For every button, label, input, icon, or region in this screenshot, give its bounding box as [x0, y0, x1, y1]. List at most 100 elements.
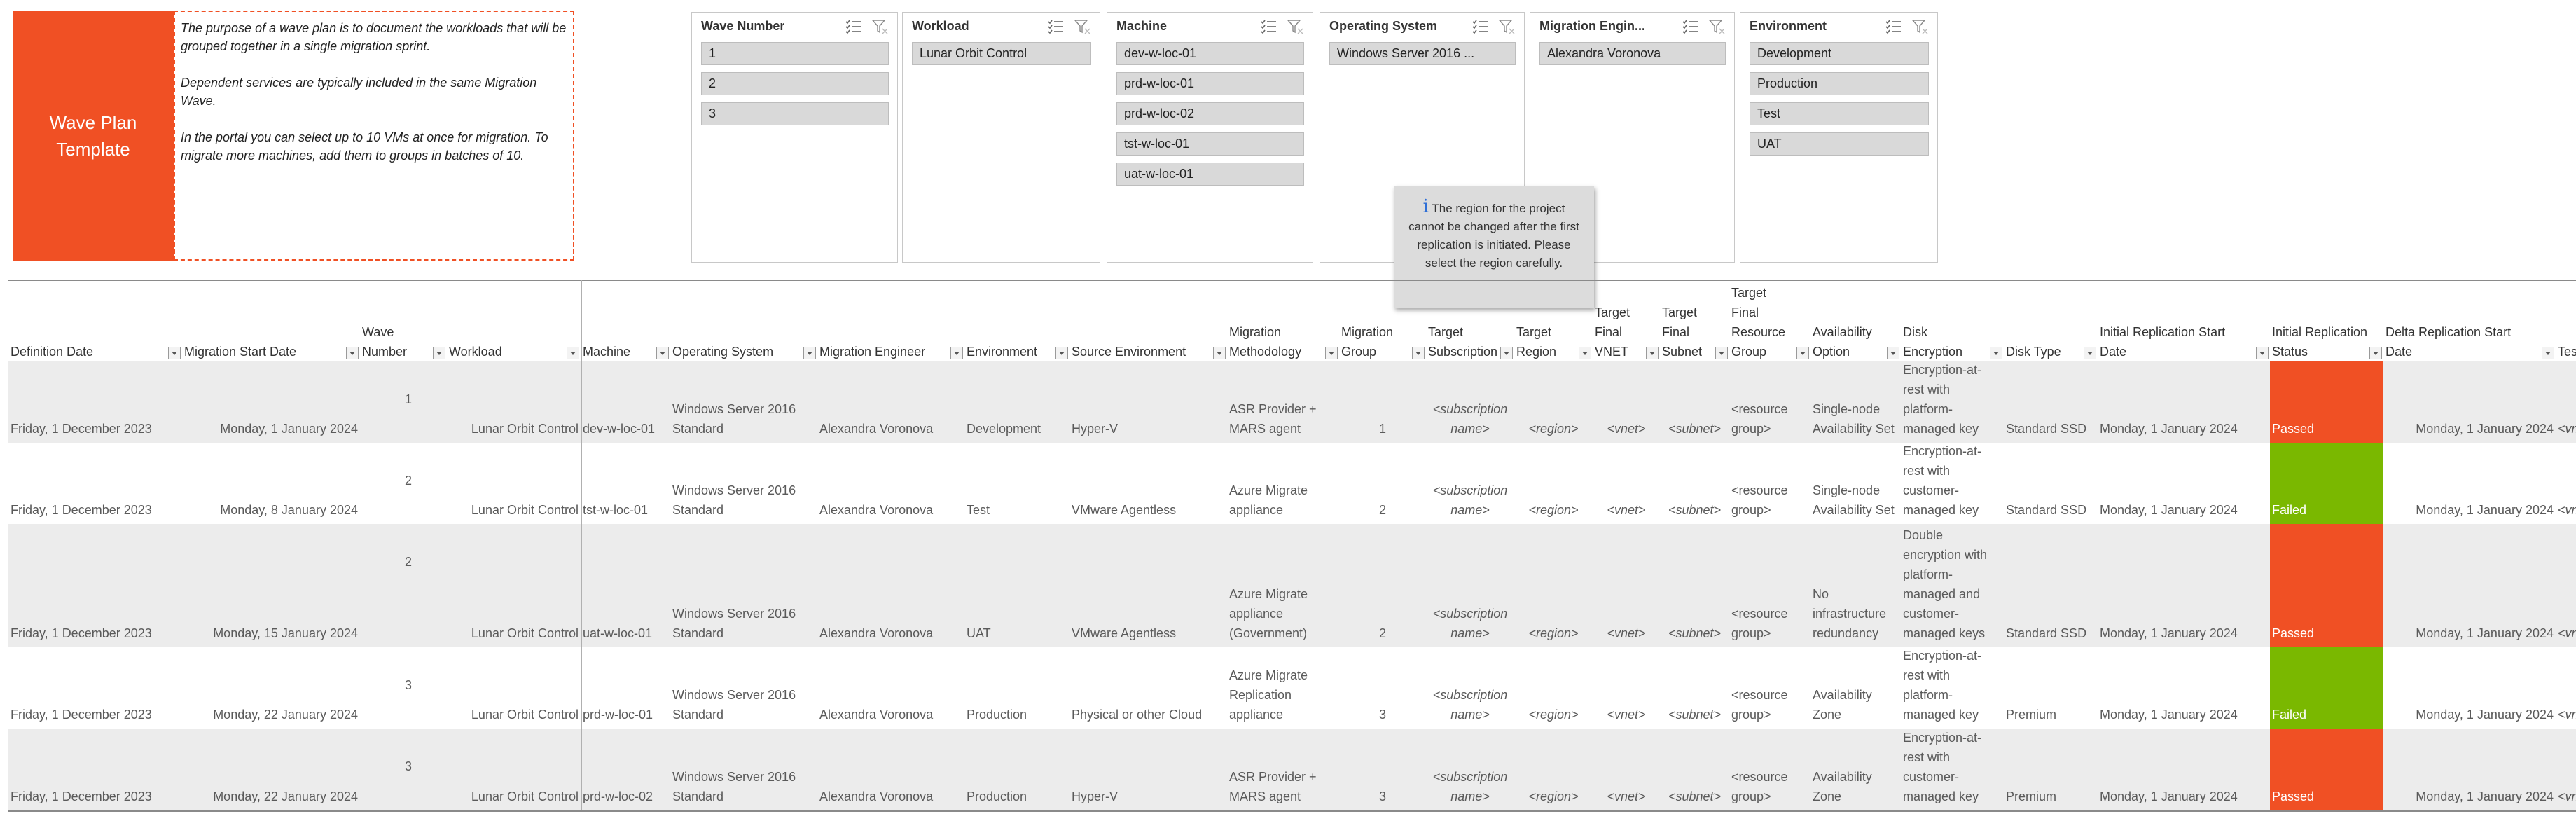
subscription-cell[interactable]: <subscription name>	[1426, 361, 1514, 443]
slicer-item[interactable]: dev-w-loc-01	[1116, 42, 1304, 65]
source-cell[interactable]: VMware Agentless	[1069, 524, 1227, 647]
machine-cell[interactable]: tst-w-loc-01	[581, 443, 670, 524]
subnet-cell[interactable]: <subnet>	[1660, 443, 1729, 524]
init-start-cell[interactable]: Monday, 1 January 2024	[2098, 443, 2270, 524]
methodology-cell[interactable]: ASR Provider + MARS agent	[1227, 729, 1339, 810]
engineer-cell[interactable]: Alexandra Voronova	[817, 361, 964, 443]
multi-select-icon[interactable]	[1885, 20, 1902, 34]
delta-start-cell[interactable]: Monday, 1 January 2024	[2383, 524, 2556, 647]
definition-date-cell[interactable]: Friday, 1 December 2023	[8, 443, 182, 524]
encryption-cell[interactable]: Encryption-at-rest with customer-managed…	[1901, 729, 2004, 810]
filter-dropdown-icon[interactable]	[950, 347, 963, 359]
environment-cell[interactable]: Test	[964, 443, 1069, 524]
multi-select-icon[interactable]	[1048, 20, 1065, 34]
machine-cell[interactable]: prd-w-loc-02	[581, 729, 670, 810]
resource-group-cell[interactable]: <resource group>	[1729, 524, 1810, 647]
filter-dropdown-icon[interactable]	[1990, 347, 2002, 359]
clear-filter-icon[interactable]	[1912, 20, 1929, 34]
clear-filter-icon[interactable]	[1074, 20, 1091, 34]
filter-dropdown-icon[interactable]	[1796, 347, 1809, 359]
init-start-cell[interactable]: Monday, 1 January 2024	[2098, 524, 2270, 647]
engineer-cell[interactable]: Alexandra Voronova	[817, 729, 964, 810]
vnet-cell[interactable]: <vnet>	[1593, 729, 1660, 810]
source-cell[interactable]: Hyper-V	[1069, 361, 1227, 443]
availability-cell[interactable]: Availability Zone	[1810, 647, 1901, 729]
wave-number-cell[interactable]: 3	[405, 759, 412, 774]
filter-dropdown-icon[interactable]	[1579, 347, 1591, 359]
group-cell[interactable]: 3	[1339, 647, 1426, 729]
region-cell[interactable]: <region>	[1514, 647, 1593, 729]
start-date-cell[interactable]: Monday, 22 January 2024	[182, 647, 360, 729]
wave-number-cell[interactable]: 1	[405, 392, 412, 407]
init-status-cell[interactable]: Failed	[2270, 443, 2383, 524]
machine-cell[interactable]: uat-w-loc-01	[581, 524, 670, 647]
environment-cell[interactable]: Production	[964, 729, 1069, 810]
subnet-cell[interactable]: <subnet>	[1660, 729, 1729, 810]
init-start-cell[interactable]: Monday, 1 January 2024	[2098, 729, 2270, 810]
clear-filter-icon[interactable]	[872, 20, 889, 34]
vnet-cell[interactable]: <vnet>	[1593, 361, 1660, 443]
wave-number-cell[interactable]: 2	[405, 474, 412, 488]
definition-date-cell[interactable]: Friday, 1 December 2023	[8, 524, 182, 647]
vnet-cell[interactable]: <vnet>	[1593, 443, 1660, 524]
encryption-cell[interactable]: Encryption-at-rest with platform-managed…	[1901, 361, 2004, 443]
filter-dropdown-icon[interactable]	[1715, 347, 1728, 359]
environment-cell[interactable]: UAT	[964, 524, 1069, 647]
workload-cell[interactable]: Lunar Orbit Control	[447, 443, 581, 524]
slicer-item[interactable]: Lunar Orbit Control	[912, 42, 1091, 65]
start-date-cell[interactable]: Monday, 15 January 2024	[182, 524, 360, 647]
methodology-cell[interactable]: Azure Migrate appliance	[1227, 443, 1339, 524]
filter-dropdown-icon[interactable]	[2369, 347, 2382, 359]
workload-cell[interactable]: Lunar Orbit Control	[447, 729, 581, 810]
resource-group-cell[interactable]: <resource group>	[1729, 729, 1810, 810]
filter-dropdown-icon[interactable]	[803, 347, 816, 359]
availability-cell[interactable]: No infrastructure redundancy	[1810, 524, 1901, 647]
vnet-cell[interactable]: <vnet>	[1593, 647, 1660, 729]
filter-dropdown-icon[interactable]	[1646, 347, 1659, 359]
slicer-item[interactable]: 3	[701, 102, 889, 125]
multi-select-icon[interactable]	[845, 20, 862, 34]
source-cell[interactable]: VMware Agentless	[1069, 443, 1227, 524]
filter-dropdown-icon[interactable]	[1412, 347, 1425, 359]
filter-dropdown-icon[interactable]	[433, 347, 445, 359]
os-cell[interactable]: Windows Server 2016 Standard	[670, 729, 817, 810]
subscription-cell[interactable]: <subscription name>	[1426, 443, 1514, 524]
delta-start-cell[interactable]: Monday, 1 January 2024	[2383, 443, 2556, 524]
environment-cell[interactable]: Production	[964, 647, 1069, 729]
group-cell[interactable]: 2	[1339, 524, 1426, 647]
slicer-item[interactable]: prd-w-loc-01	[1116, 72, 1304, 95]
filter-dropdown-icon[interactable]	[656, 347, 669, 359]
filter-dropdown-icon[interactable]	[1500, 347, 1513, 359]
slicer-item[interactable]: tst-w-loc-01	[1116, 132, 1304, 156]
subnet-cell[interactable]: <subnet>	[1660, 361, 1729, 443]
filter-dropdown-icon[interactable]	[1055, 347, 1068, 359]
encryption-cell[interactable]: Encryption-at-rest with customer-managed…	[1901, 443, 2004, 524]
filter-dropdown-icon[interactable]	[2084, 347, 2096, 359]
encryption-cell[interactable]: Encryption-at-rest with platform-managed…	[1901, 647, 2004, 729]
init-start-cell[interactable]: Monday, 1 January 2024	[2098, 647, 2270, 729]
filter-dropdown-icon[interactable]	[2542, 347, 2554, 359]
disk-type-cell[interactable]: Standard SSD	[2004, 524, 2098, 647]
availability-cell[interactable]: Availability Zone	[1810, 729, 1901, 810]
subnet-cell[interactable]: <subnet>	[1660, 647, 1729, 729]
filter-dropdown-icon[interactable]	[567, 347, 579, 359]
init-status-cell[interactable]: Passed	[2270, 524, 2383, 647]
disk-type-cell[interactable]: Premium	[2004, 729, 2098, 810]
region-cell[interactable]: <region>	[1514, 524, 1593, 647]
tes-cell[interactable]: <vn	[2556, 729, 2576, 810]
tes-cell[interactable]: <vn	[2556, 443, 2576, 524]
filter-dropdown-icon[interactable]	[1213, 347, 1226, 359]
definition-date-cell[interactable]: Friday, 1 December 2023	[8, 729, 182, 810]
multi-select-icon[interactable]	[1472, 20, 1489, 34]
start-date-cell[interactable]: Monday, 1 January 2024	[182, 361, 360, 443]
availability-cell[interactable]: Single-node Availability Set	[1810, 361, 1901, 443]
machine-cell[interactable]: prd-w-loc-01	[581, 647, 670, 729]
slicer-item[interactable]: 2	[701, 72, 889, 95]
os-cell[interactable]: Windows Server 2016 Standard	[670, 443, 817, 524]
region-cell[interactable]: <region>	[1514, 729, 1593, 810]
tes-cell[interactable]: <vn	[2556, 647, 2576, 729]
slicer-item[interactable]: uat-w-loc-01	[1116, 163, 1304, 186]
machine-cell[interactable]: dev-w-loc-01	[581, 361, 670, 443]
multi-select-icon[interactable]	[1261, 20, 1277, 34]
wave-number-cell[interactable]: 2	[405, 555, 412, 570]
